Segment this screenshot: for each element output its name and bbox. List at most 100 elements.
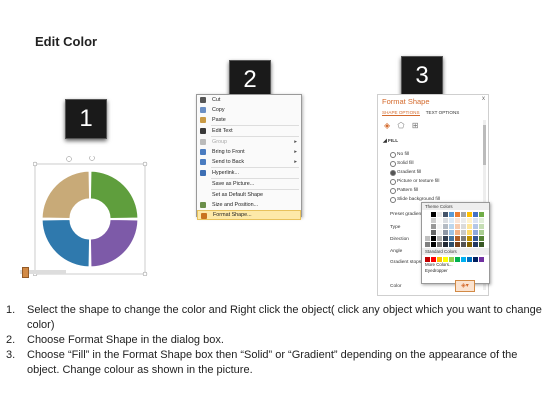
menu-item-6[interactable]: Group ▸: [197, 137, 301, 147]
theme-color-swatch[interactable]: [425, 224, 430, 229]
theme-color-swatch[interactable]: [431, 224, 436, 229]
ring-segment-top-right[interactable]: [89, 170, 139, 220]
close-icon[interactable]: x: [482, 96, 485, 102]
theme-color-swatch[interactable]: [449, 218, 454, 223]
fill-option-radio[interactable]: Solid fill: [390, 159, 440, 168]
effects-icon[interactable]: ⬠: [398, 121, 405, 130]
fill-option-radio[interactable]: Pattern fill: [390, 186, 440, 195]
theme-color-swatch[interactable]: [455, 242, 460, 247]
menu-item-8[interactable]: Send to Back ▸: [197, 157, 301, 167]
theme-color-swatch[interactable]: [437, 212, 442, 217]
menu-item-12[interactable]: Save as Picture...: [197, 179, 301, 189]
theme-color-swatch[interactable]: [467, 224, 472, 229]
size-properties-icon[interactable]: ⊞: [412, 121, 419, 130]
theme-color-swatch[interactable]: [455, 218, 460, 223]
ring-segment-bottom-right[interactable]: [89, 218, 139, 268]
menu-item-14[interactable]: Set as Default Shape: [197, 190, 301, 200]
fill-line-icon[interactable]: ◈: [384, 121, 390, 130]
theme-color-swatch[interactable]: [455, 236, 460, 241]
ring-segment-top-left[interactable]: [41, 170, 91, 220]
instruction-item: 2. Choose Format Shape in the dialog box.: [0, 333, 560, 348]
ring-segment-bottom-left[interactable]: [41, 218, 91, 268]
theme-color-swatch[interactable]: [461, 242, 466, 247]
theme-color-swatch[interactable]: [479, 230, 484, 235]
theme-color-swatch[interactable]: [443, 230, 448, 235]
theme-color-swatch[interactable]: [467, 218, 472, 223]
theme-color-swatch[interactable]: [449, 230, 454, 235]
theme-color-swatch[interactable]: [461, 218, 466, 223]
theme-color-swatch[interactable]: [449, 224, 454, 229]
theme-color-swatch[interactable]: [467, 230, 472, 235]
theme-color-swatch[interactable]: [449, 212, 454, 217]
theme-color-swatch[interactable]: [431, 242, 436, 247]
theme-color-swatch[interactable]: [443, 242, 448, 247]
theme-color-swatch[interactable]: [431, 230, 436, 235]
theme-color-swatch[interactable]: [431, 212, 436, 217]
fill-option-radio[interactable]: Gradient fill: [390, 168, 440, 177]
theme-color-swatch[interactable]: [479, 212, 484, 217]
puzzle-ring-shape[interactable]: [32, 155, 153, 277]
theme-color-swatch[interactable]: [425, 242, 430, 247]
theme-color-swatch[interactable]: [425, 212, 430, 217]
theme-color-swatch[interactable]: [431, 236, 436, 241]
gradient-stop-handle[interactable]: [22, 267, 29, 278]
theme-color-swatch[interactable]: [467, 212, 472, 217]
theme-color-swatch[interactable]: [479, 242, 484, 247]
theme-color-swatch[interactable]: [467, 236, 472, 241]
menu-item-label: Paste: [212, 117, 226, 123]
theme-color-swatch[interactable]: [437, 242, 442, 247]
theme-color-swatch[interactable]: [455, 224, 460, 229]
rotate-handle[interactable]: [89, 155, 95, 161]
menu-item-4[interactable]: Edit Text: [197, 126, 301, 136]
theme-color-swatch[interactable]: [473, 224, 478, 229]
menu-item-2[interactable]: Paste: [197, 115, 301, 125]
theme-color-swatch[interactable]: [437, 230, 442, 235]
theme-color-swatch[interactable]: [473, 212, 478, 217]
instruction-number: 2.: [6, 334, 16, 346]
theme-color-swatch[interactable]: [461, 224, 466, 229]
menu-item-0[interactable]: Cut: [197, 95, 301, 105]
resize-handle[interactable]: [142, 271, 148, 277]
menu-item-7[interactable]: Bring to Front ▸: [197, 147, 301, 157]
theme-color-swatch[interactable]: [461, 236, 466, 241]
theme-color-swatch[interactable]: [473, 230, 478, 235]
menu-item-10[interactable]: Hyperlink...: [197, 168, 301, 178]
theme-color-swatch[interactable]: [449, 242, 454, 247]
theme-color-swatch[interactable]: [443, 218, 448, 223]
theme-color-swatch[interactable]: [425, 230, 430, 235]
tab-text-options[interactable]: TEXT OPTIONS: [426, 110, 460, 115]
tab-shape-options[interactable]: SHAPE OPTIONS: [382, 110, 420, 116]
theme-color-swatch[interactable]: [443, 236, 448, 241]
theme-color-swatch[interactable]: [437, 236, 442, 241]
menu-item-15[interactable]: Size and Position...: [197, 200, 301, 210]
eyedropper-option[interactable]: Eyedropper: [422, 268, 489, 274]
fill-section-header[interactable]: ◢ FILL: [383, 139, 398, 144]
theme-color-swatch[interactable]: [479, 218, 484, 223]
theme-color-swatch[interactable]: [479, 236, 484, 241]
fill-option-radio[interactable]: No fill: [390, 150, 440, 159]
theme-color-swatch[interactable]: [473, 218, 478, 223]
theme-color-swatch[interactable]: [443, 224, 448, 229]
resize-handle[interactable]: [142, 161, 148, 167]
rotate-handle[interactable]: [66, 156, 72, 162]
menu-item-1[interactable]: Copy: [197, 105, 301, 115]
theme-color-swatch[interactable]: [455, 230, 460, 235]
theme-color-swatch[interactable]: [461, 230, 466, 235]
color-picker-button[interactable]: ◈▾: [455, 280, 475, 292]
theme-color-swatch[interactable]: [443, 212, 448, 217]
theme-color-swatch[interactable]: [449, 236, 454, 241]
theme-color-swatch[interactable]: [461, 212, 466, 217]
theme-color-swatch[interactable]: [437, 224, 442, 229]
fill-option-radio[interactable]: Picture or texture fill: [390, 177, 440, 186]
theme-color-swatch[interactable]: [425, 218, 430, 223]
theme-color-swatch[interactable]: [425, 236, 430, 241]
theme-color-swatch[interactable]: [479, 224, 484, 229]
menu-item-16[interactable]: Format Shape...: [197, 210, 301, 220]
theme-color-swatch[interactable]: [473, 236, 478, 241]
theme-color-swatch[interactable]: [455, 212, 460, 217]
resize-handle[interactable]: [32, 161, 38, 167]
theme-color-swatch[interactable]: [431, 218, 436, 223]
theme-color-swatch[interactable]: [437, 218, 442, 223]
theme-color-swatch[interactable]: [467, 242, 472, 247]
theme-color-swatch[interactable]: [473, 242, 478, 247]
